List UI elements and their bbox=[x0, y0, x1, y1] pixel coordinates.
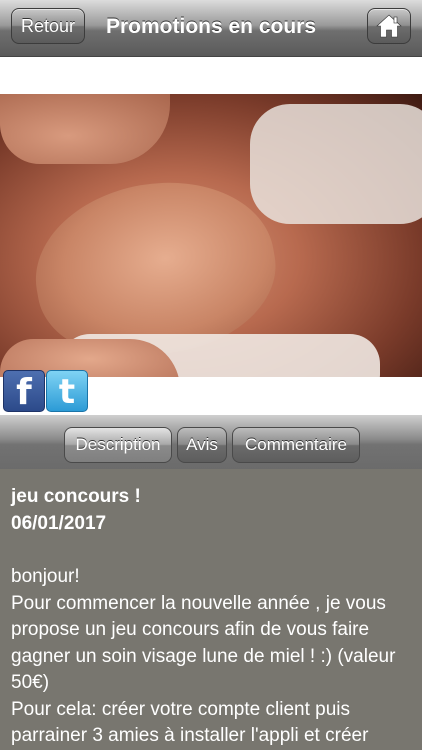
photo-towel bbox=[250, 104, 422, 224]
post-date: 06/01/2017 bbox=[11, 513, 107, 534]
twitter-icon[interactable]: t bbox=[46, 370, 88, 412]
home-icon bbox=[376, 14, 402, 38]
post-content: jeu concours ! 06/01/2017 bonjour! Pour … bbox=[0, 469, 422, 750]
page-title: Promotions en cours bbox=[105, 15, 317, 38]
home-button[interactable] bbox=[367, 8, 411, 44]
tab-bar: Description Avis Commentaire bbox=[0, 415, 422, 469]
navigation-bar: Retour Promotions en cours bbox=[0, 0, 422, 57]
back-button[interactable]: Retour bbox=[11, 8, 85, 44]
post-body: bonjour! Pour commencer la nouvelle anné… bbox=[11, 566, 396, 746]
tab-description[interactable]: Description bbox=[64, 427, 172, 463]
social-share-bar: f t bbox=[0, 370, 422, 415]
image-top-margin bbox=[0, 57, 422, 94]
tab-avis[interactable]: Avis bbox=[177, 427, 227, 463]
post-title: jeu concours ! bbox=[11, 486, 141, 507]
tab-commentaire[interactable]: Commentaire bbox=[232, 427, 360, 463]
facebook-icon[interactable]: f bbox=[3, 370, 45, 413]
promotion-photo bbox=[0, 94, 422, 377]
photo-hand-top bbox=[0, 94, 170, 164]
